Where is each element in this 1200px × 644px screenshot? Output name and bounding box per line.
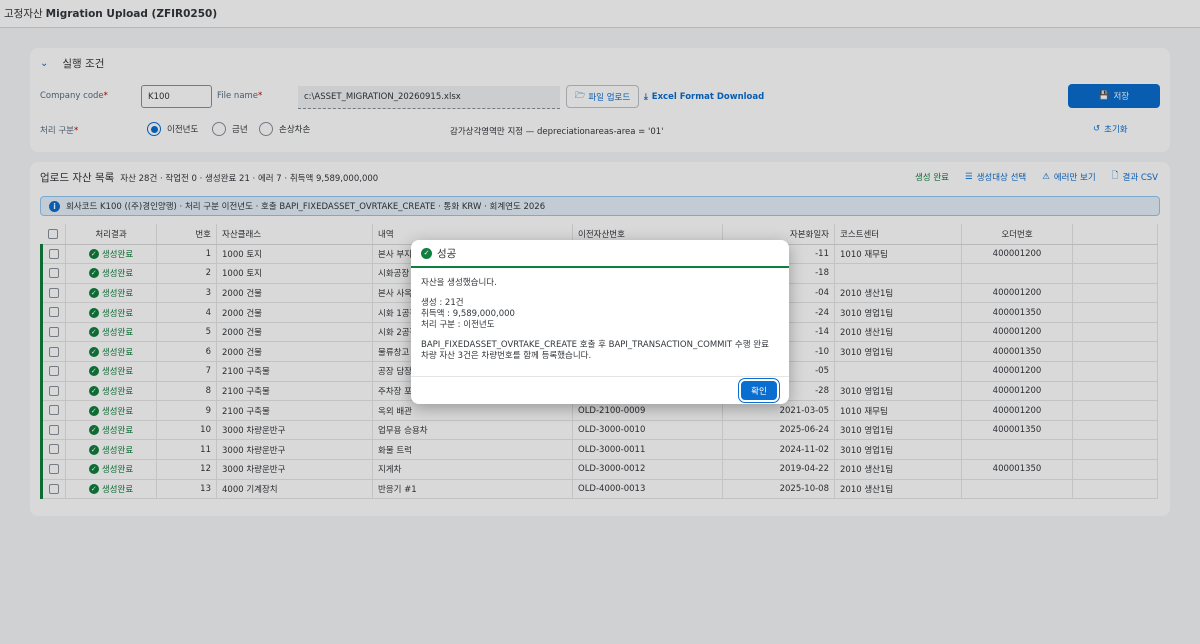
dialog-body: 자산을 생성했습니다. 생성 : 21건 취득액 : 9,589,000,000…	[411, 268, 789, 362]
dialog-detail: BAPI_FIXEDASSET_OVRTAKE_CREATE 호출 후 BAPI…	[421, 340, 769, 361]
dialog-summary: 생성 : 21건 취득액 : 9,589,000,000 처리 구분 : 이전년…	[421, 298, 515, 330]
dialog-title: 성공	[437, 247, 457, 260]
dialog-header: ✓ 성공	[411, 240, 789, 268]
dialog-message: 자산을 생성했습니다.	[421, 278, 497, 288]
success-icon: ✓	[421, 247, 432, 259]
success-dialog: ✓ 성공 자산을 생성했습니다. 생성 : 21건 취득액 : 9,589,00…	[411, 240, 789, 404]
dialog-footer: 확인	[411, 376, 789, 404]
confirm-button[interactable]: 확인	[741, 381, 777, 400]
